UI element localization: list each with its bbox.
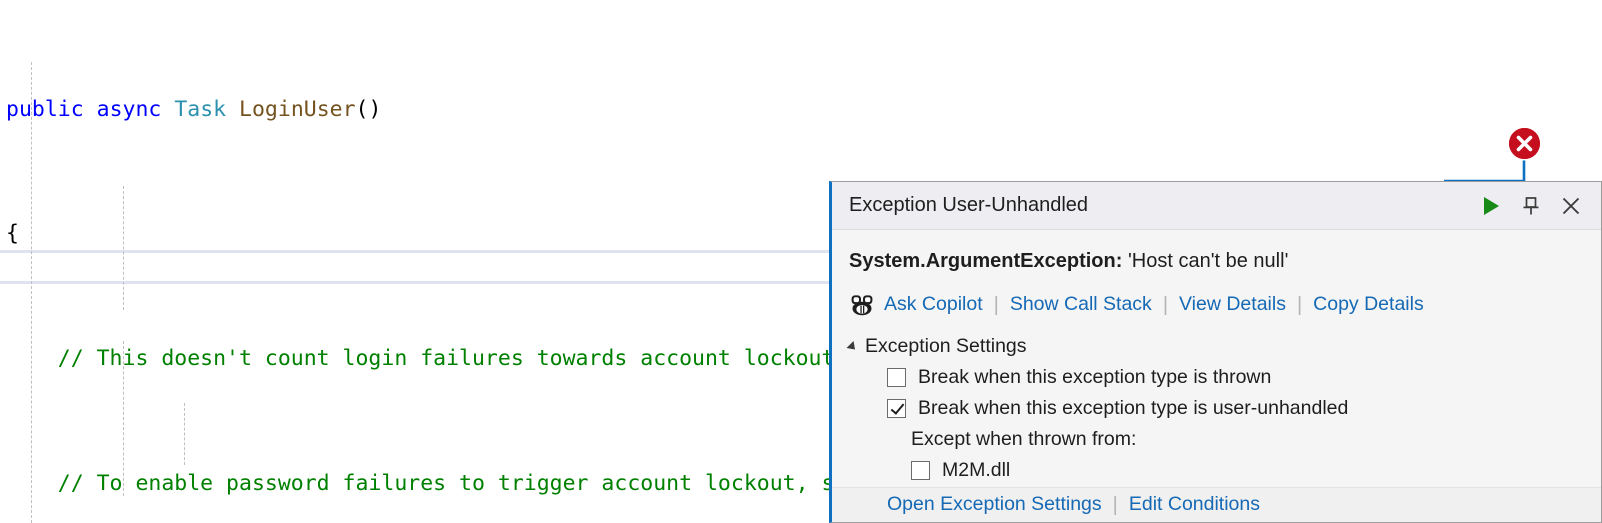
- action-links-row: Ask Copilot | Show Call Stack | View Det…: [849, 293, 1601, 316]
- ask-copilot-link[interactable]: Ask Copilot: [884, 293, 983, 316]
- popup-header: Exception User-Unhandled: [832, 182, 1601, 230]
- code-line-1[interactable]: public async Task LoginUser(): [0, 94, 1602, 125]
- exception-settings-section-header[interactable]: Exception Settings: [846, 335, 1601, 358]
- exception-type: System.ArgumentException:: [849, 250, 1123, 272]
- link-separator: |: [1296, 293, 1303, 316]
- play-triangle-icon: [1484, 196, 1499, 215]
- link-separator: |: [1112, 493, 1118, 516]
- break-when-thrown-label: Break when this exception type is thrown: [918, 366, 1272, 388]
- link-separator: |: [1162, 293, 1169, 316]
- edit-conditions-link[interactable]: Edit Conditions: [1129, 493, 1260, 516]
- popup-title: Exception User-Unhandled: [849, 194, 1089, 216]
- link-separator: |: [993, 293, 999, 316]
- break-when-user-unhandled-label: Break when this exception type is user-u…: [918, 397, 1349, 419]
- module-m2m-dll-checkbox[interactable]: [911, 461, 930, 480]
- break-when-thrown-checkbox[interactable]: [887, 368, 906, 387]
- popup-body: System.ArgumentException: 'Host can't be…: [832, 230, 1601, 487]
- exception-settings-label: Exception Settings: [865, 335, 1027, 357]
- close-button[interactable]: [1551, 186, 1591, 226]
- exception-helper-popup[interactable]: Exception User-Unhandled System.Argument…: [829, 181, 1602, 523]
- copilot-icon: [849, 294, 875, 316]
- view-details-link[interactable]: View Details: [1179, 293, 1286, 316]
- error-circle-x-icon[interactable]: [1509, 128, 1540, 159]
- module-m2m-dll-label: M2M.dll: [942, 459, 1011, 481]
- exception-message: 'Host can't be null': [1127, 250, 1289, 272]
- continue-button[interactable]: [1471, 186, 1511, 226]
- copy-details-link[interactable]: Copy Details: [1313, 293, 1424, 316]
- pin-icon: [1523, 196, 1539, 214]
- exception-message-row: System.ArgumentException: 'Host can't be…: [849, 250, 1601, 273]
- close-x-icon: [1562, 197, 1580, 214]
- except-when-thrown-from-label: Except when thrown from:: [911, 428, 1137, 450]
- module-m2m-dll-row[interactable]: M2M.dll: [911, 459, 1601, 482]
- show-call-stack-link[interactable]: Show Call Stack: [1010, 293, 1152, 316]
- break-when-user-unhandled-checkbox[interactable]: [887, 399, 906, 418]
- open-exception-settings-link[interactable]: Open Exception Settings: [887, 493, 1102, 516]
- break-when-thrown-checkbox-row[interactable]: Break when this exception type is thrown: [887, 366, 1601, 389]
- break-when-user-unhandled-checkbox-row[interactable]: Break when this exception type is user-u…: [887, 397, 1601, 420]
- except-when-thrown-from-label-row: Except when thrown from:: [911, 428, 1601, 451]
- popup-footer: Open Exception Settings | Edit Condition…: [832, 487, 1601, 522]
- chevron-collapse-icon[interactable]: [846, 340, 859, 353]
- pin-button[interactable]: [1511, 186, 1551, 226]
